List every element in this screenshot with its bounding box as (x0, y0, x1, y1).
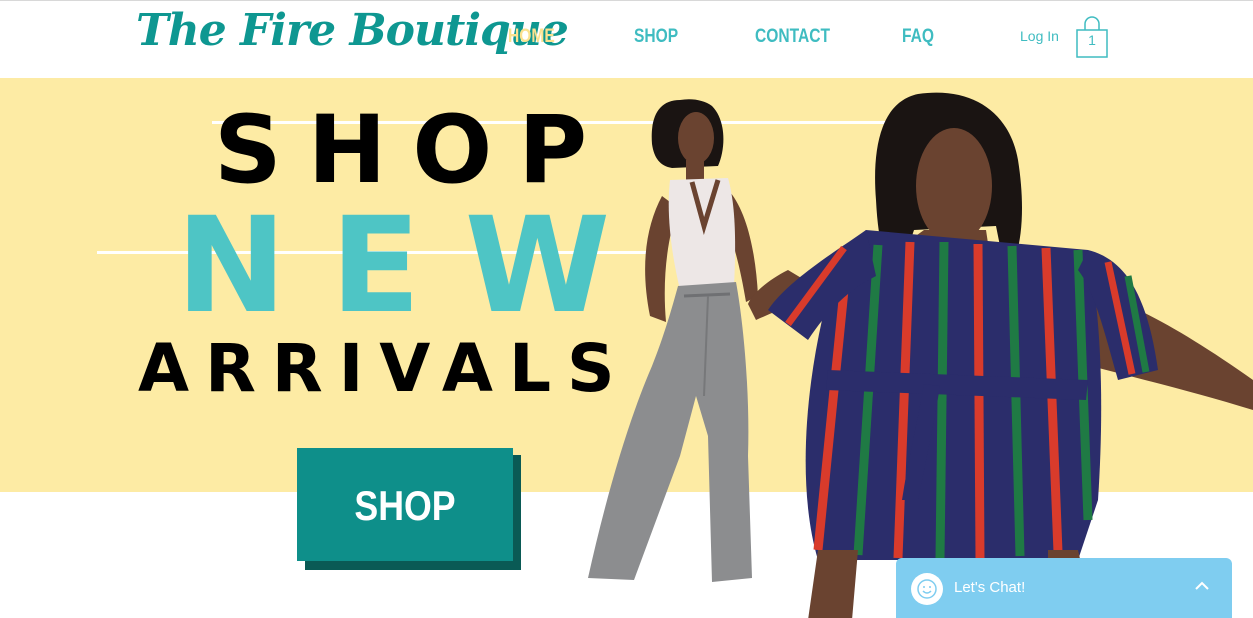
shop-now-button[interactable]: SHOP (297, 448, 513, 561)
cart-count: 1 (1088, 32, 1096, 48)
nav-faq[interactable]: FAQ (902, 26, 934, 48)
nav-contact[interactable]: CONTACT (755, 26, 830, 48)
model-photo-grey-pants (588, 99, 758, 582)
cart-button[interactable]: 1 (1074, 16, 1110, 60)
login-link[interactable]: Log In (1020, 28, 1059, 44)
chevron-up-icon[interactable] (1194, 578, 1210, 594)
chat-smiley-icon (911, 573, 943, 605)
hero-heading-shop: SHOP (214, 96, 614, 205)
site-header: The Fire Boutique HOME SHOP CONTACT FAQ … (0, 0, 1253, 78)
chat-widget[interactable]: Let's Chat! (896, 558, 1232, 618)
chat-label: Let's Chat! (954, 579, 1026, 596)
nav-home[interactable]: HOME (508, 26, 555, 48)
hero-heading-arrivals: ARRIVALS (138, 330, 631, 407)
model-photo-striped-romper (748, 92, 1253, 618)
nav-shop[interactable]: SHOP (634, 26, 678, 48)
shop-button-label: SHOP (354, 482, 456, 529)
site-logo[interactable]: The Fire Boutique (136, 5, 569, 56)
